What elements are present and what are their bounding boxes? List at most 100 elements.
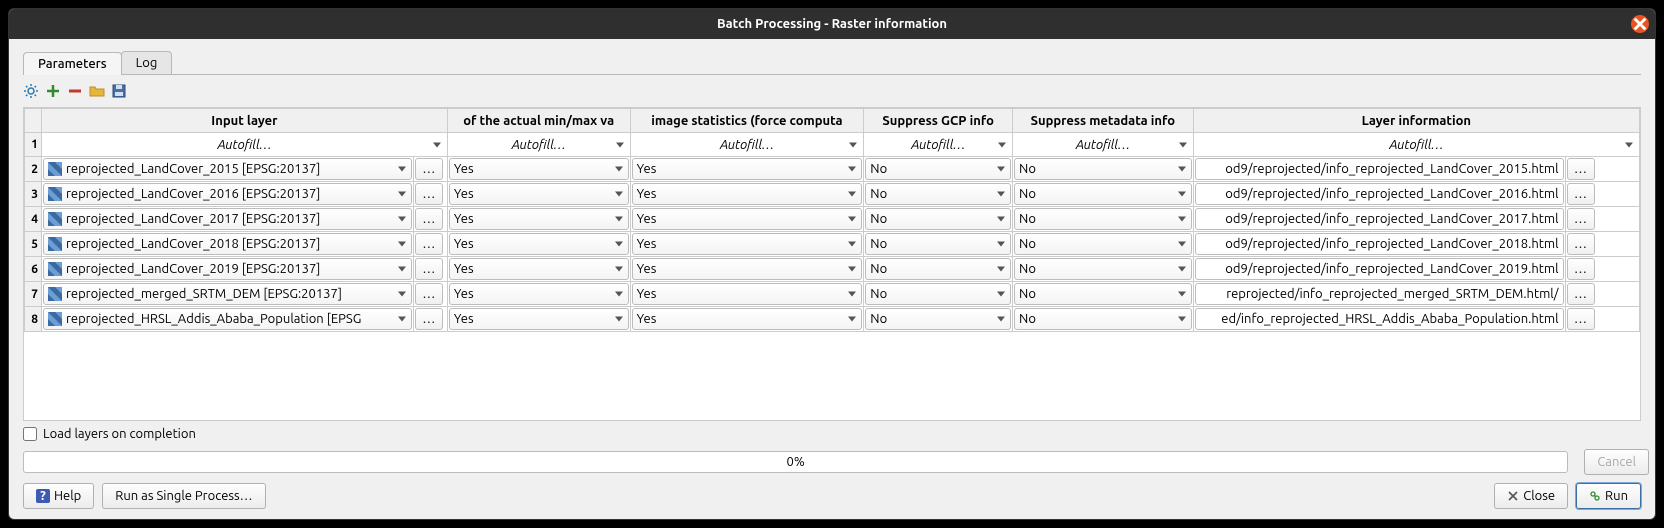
input-layer-combo[interactable]: reprojected_LandCover_2018 [EPSG:20137] [43, 233, 412, 255]
output-path[interactable]: od9/reprojected/info_reprojected_LandCov… [1195, 258, 1564, 280]
close-icon[interactable] [1631, 15, 1649, 33]
minmax-combo[interactable]: Yes [449, 283, 629, 305]
load-layers-checkbox-row[interactable]: Load layers on completion [23, 427, 1641, 441]
browse-output-button[interactable]: … [1567, 233, 1595, 255]
gcp-combo[interactable]: No [865, 258, 1011, 280]
minmax-combo[interactable]: Yes [449, 158, 629, 180]
save-icon[interactable] [111, 83, 127, 99]
add-row-icon[interactable] [45, 83, 61, 99]
close-button[interactable]: Close [1494, 483, 1568, 509]
stats-combo[interactable]: Yes [632, 233, 863, 255]
progress-bar: 0% [23, 451, 1568, 473]
table-row: 2reprojected_LandCover_2015 [EPSG:20137]… [25, 157, 1640, 182]
help-button[interactable]: ? Help [23, 483, 94, 509]
stats-combo[interactable]: Yes [632, 158, 863, 180]
raster-icon [48, 162, 62, 176]
autofill-gcp[interactable]: Autofill… [864, 133, 1013, 157]
browse-output-button[interactable]: … [1567, 283, 1595, 305]
browse-output-button[interactable]: … [1567, 308, 1595, 330]
output-path[interactable]: od9/reprojected/info_reprojected_LandCov… [1195, 208, 1564, 230]
output-path[interactable]: od9/reprojected/info_reprojected_LandCov… [1195, 158, 1564, 180]
output-path[interactable]: ed/info_reprojected_HRSL_Addis_Ababa_Pop… [1195, 308, 1564, 330]
stats-combo[interactable]: Yes [632, 183, 863, 205]
bottom-bar: ? Help Run as Single Process… Close Run [23, 483, 1641, 509]
browse-layer-button[interactable]: … [415, 208, 443, 230]
minmax-combo[interactable]: Yes [449, 208, 629, 230]
run-label: Run [1605, 489, 1628, 503]
col-meta[interactable]: Suppress metadata info [1013, 109, 1194, 133]
run-single-button[interactable]: Run as Single Process… [102, 483, 265, 509]
autofill-output[interactable]: Autofill… [1193, 133, 1639, 157]
col-input-layer[interactable]: Input layer [41, 109, 447, 133]
stats-combo[interactable]: Yes [632, 258, 863, 280]
gcp-combo[interactable]: No [865, 283, 1011, 305]
browse-layer-button[interactable]: … [415, 233, 443, 255]
autofill-stats[interactable]: Autofill… [630, 133, 864, 157]
table-row: 4reprojected_LandCover_2017 [EPSG:20137]… [25, 207, 1640, 232]
gcp-combo[interactable]: No [865, 308, 1011, 330]
browse-output-button[interactable]: … [1567, 208, 1595, 230]
gcp-combo[interactable]: No [865, 158, 1011, 180]
minmax-combo[interactable]: Yes [449, 233, 629, 255]
remove-row-icon[interactable] [67, 83, 83, 99]
stats-combo[interactable]: Yes [632, 283, 863, 305]
meta-combo[interactable]: No [1014, 233, 1192, 255]
row-number: 6 [25, 257, 42, 282]
raster-icon [48, 312, 62, 326]
gear-icon[interactable] [23, 83, 39, 99]
meta-combo[interactable]: No [1014, 308, 1192, 330]
run-button[interactable]: Run [1576, 483, 1641, 509]
meta-combo[interactable]: No [1014, 208, 1192, 230]
browse-layer-button[interactable]: … [415, 283, 443, 305]
input-layer-combo[interactable]: reprojected_LandCover_2015 [EPSG:20137] [43, 158, 412, 180]
autofill-meta[interactable]: Autofill… [1013, 133, 1194, 157]
open-icon[interactable] [89, 83, 105, 99]
input-layer-combo[interactable]: reprojected_LandCover_2016 [EPSG:20137] [43, 183, 412, 205]
col-gcp[interactable]: Suppress GCP info [864, 109, 1013, 133]
browse-layer-button[interactable]: … [415, 258, 443, 280]
meta-combo[interactable]: No [1014, 283, 1192, 305]
input-layer-combo[interactable]: reprojected_merged_SRTM_DEM [EPSG:20137] [43, 283, 412, 305]
gcp-combo[interactable]: No [865, 233, 1011, 255]
browse-output-button[interactable]: … [1567, 258, 1595, 280]
output-path[interactable]: od9/reprojected/info_reprojected_LandCov… [1195, 183, 1564, 205]
autofill-input[interactable]: Autofill… [41, 133, 447, 157]
gcp-combo[interactable]: No [865, 208, 1011, 230]
table-row: 8reprojected_HRSL_Addis_Ababa_Population… [25, 307, 1640, 332]
progress-text: 0% [787, 455, 805, 469]
meta-combo[interactable]: No [1014, 183, 1192, 205]
load-layers-checkbox[interactable] [23, 427, 37, 441]
tab-log[interactable]: Log [121, 51, 173, 74]
browse-layer-button[interactable]: … [415, 308, 443, 330]
input-layer-combo[interactable]: reprojected_LandCover_2017 [EPSG:20137] [43, 208, 412, 230]
stats-combo[interactable]: Yes [632, 308, 863, 330]
browse-layer-button[interactable]: … [415, 158, 443, 180]
row-number: 7 [25, 282, 42, 307]
stats-combo[interactable]: Yes [632, 208, 863, 230]
cancel-button: Cancel [1584, 449, 1649, 475]
autofill-row-num: 1 [25, 133, 42, 157]
gcp-combo[interactable]: No [865, 183, 1011, 205]
output-path[interactable]: /reprojected/info_reprojected_merged_SRT… [1195, 283, 1564, 305]
minmax-combo[interactable]: Yes [449, 258, 629, 280]
tab-parameters[interactable]: Parameters [23, 52, 122, 75]
row-number: 8 [25, 307, 42, 332]
input-layer-combo[interactable]: reprojected_LandCover_2019 [EPSG:20137] [43, 258, 412, 280]
table-row: 6reprojected_LandCover_2019 [EPSG:20137]… [25, 257, 1640, 282]
browse-layer-button[interactable]: … [415, 183, 443, 205]
raster-icon [48, 262, 62, 276]
minmax-combo[interactable]: Yes [449, 308, 629, 330]
col-stats[interactable]: image statistics (force computa [630, 109, 864, 133]
autofill-minmax[interactable]: Autofill… [447, 133, 630, 157]
meta-combo[interactable]: No [1014, 258, 1192, 280]
output-path[interactable]: od9/reprojected/info_reprojected_LandCov… [1195, 233, 1564, 255]
col-minmax[interactable]: of the actual min/max va [447, 109, 630, 133]
browse-output-button[interactable]: … [1567, 158, 1595, 180]
raster-icon [48, 212, 62, 226]
col-layer-info[interactable]: Layer information [1193, 109, 1639, 133]
dialog-window: Batch Processing - Raster information Pa… [8, 8, 1656, 520]
browse-output-button[interactable]: … [1567, 183, 1595, 205]
input-layer-combo[interactable]: reprojected_HRSL_Addis_Ababa_Population … [43, 308, 412, 330]
meta-combo[interactable]: No [1014, 158, 1192, 180]
minmax-combo[interactable]: Yes [449, 183, 629, 205]
